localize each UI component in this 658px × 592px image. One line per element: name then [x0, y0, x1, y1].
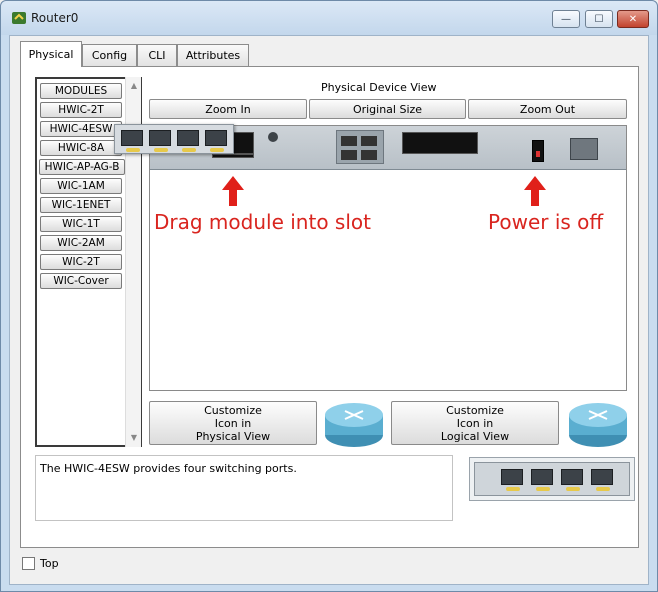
minimize-icon: —: [561, 13, 571, 25]
module-item-wic-1am[interactable]: WIC-1AM: [40, 178, 122, 194]
customize-logical-button[interactable]: Customize Icon in Logical View: [391, 401, 559, 445]
top-checkbox[interactable]: [22, 557, 35, 570]
port-gig0-2[interactable]: [341, 150, 357, 160]
preview-port-0: [501, 469, 523, 491]
switch-port-1: [149, 130, 171, 152]
preview-port-2: [561, 469, 583, 491]
power-led-icon: [536, 151, 540, 157]
power-socket-icon: [570, 138, 598, 160]
module-item-wic-cover[interactable]: WIC-Cover: [40, 273, 122, 289]
physical-device-view[interactable]: Drag module into slot Power is off: [114, 124, 627, 391]
preview-port-3: [591, 469, 613, 491]
slot-bar: [212, 154, 254, 158]
zoom-out-button[interactable]: Zoom Out: [468, 99, 627, 119]
ethernet-ports: [336, 130, 384, 164]
module-item-hwic-4esw[interactable]: HWIC-4ESW: [40, 121, 122, 137]
tab-attributes[interactable]: Attributes: [177, 44, 249, 66]
module-item-hwic-8a[interactable]: HWIC-8A: [40, 140, 122, 156]
module-item-wic-1t[interactable]: WIC-1T: [40, 216, 122, 232]
tab-config[interactable]: Config: [82, 44, 137, 66]
module-slot-1[interactable]: [402, 132, 478, 154]
switch-port-0: [121, 130, 143, 152]
module-item-modules[interactable]: MODULES: [40, 83, 122, 99]
port-gig0-1[interactable]: [361, 136, 377, 146]
module-description: The HWIC-4ESW provides four switching po…: [35, 455, 453, 521]
hwic-4esw-preview: [474, 462, 630, 496]
router-app-icon: [12, 12, 26, 24]
router-icon: [569, 403, 627, 447]
annotation-power-off: Power is off: [488, 210, 604, 234]
window-title: Router0: [31, 11, 79, 25]
module-item-wic-2am[interactable]: WIC-2AM: [40, 235, 122, 251]
device-view-title: Physical Device View: [321, 81, 437, 94]
switch-port-3: [205, 130, 227, 152]
close-button[interactable]: ✕: [617, 10, 649, 28]
original-size-button[interactable]: Original Size: [309, 99, 466, 119]
arrow-up-icon: [222, 176, 244, 206]
scroll-down-icon[interactable]: ▼: [126, 431, 142, 445]
port-gig0-3[interactable]: [361, 150, 377, 160]
maximize-button[interactable]: ☐: [585, 10, 613, 28]
annotation-drag-module: Drag module into slot: [154, 210, 371, 234]
title-bar[interactable]: Router0 — ☐ ✕: [1, 1, 657, 35]
preview-port-1: [531, 469, 553, 491]
dragged-hwic-4esw-module[interactable]: [114, 124, 234, 154]
switch-port-2: [177, 130, 199, 152]
scroll-up-icon[interactable]: ▲: [126, 79, 142, 93]
router-chassis: [114, 124, 626, 170]
tab-cli[interactable]: CLI: [137, 44, 177, 66]
module-item-hwic-ap-ag-b[interactable]: HWIC-AP-AG-B: [39, 159, 125, 175]
physical-panel: MODULES HWIC-2T HWIC-4ESW HWIC-8A HWIC-A…: [20, 66, 639, 548]
port-gig0-0[interactable]: [341, 136, 357, 146]
module-item-wic-1enet[interactable]: WIC-1ENET: [40, 197, 122, 213]
module-item-wic-2t[interactable]: WIC-2T: [40, 254, 122, 270]
screw-icon: [268, 132, 278, 142]
minimize-button[interactable]: —: [552, 10, 580, 28]
close-icon: ✕: [628, 13, 638, 25]
customize-physical-button[interactable]: Customize Icon in Physical View: [149, 401, 317, 445]
window-client: Physical Config CLI Attributes MODULES H…: [9, 35, 649, 585]
router-window: Router0 — ☐ ✕ Physical Config CLI Attrib…: [0, 0, 658, 592]
top-checkbox-label: Top: [40, 557, 59, 570]
arrow-up-icon: [524, 176, 546, 206]
maximize-icon: ☐: [594, 13, 604, 25]
module-item-hwic-2t[interactable]: HWIC-2T: [40, 102, 122, 118]
zoom-in-button[interactable]: Zoom In: [149, 99, 307, 119]
module-preview: [469, 457, 635, 501]
router-icon: [325, 403, 383, 447]
tab-physical[interactable]: Physical: [20, 41, 82, 67]
power-switch[interactable]: [532, 140, 544, 162]
